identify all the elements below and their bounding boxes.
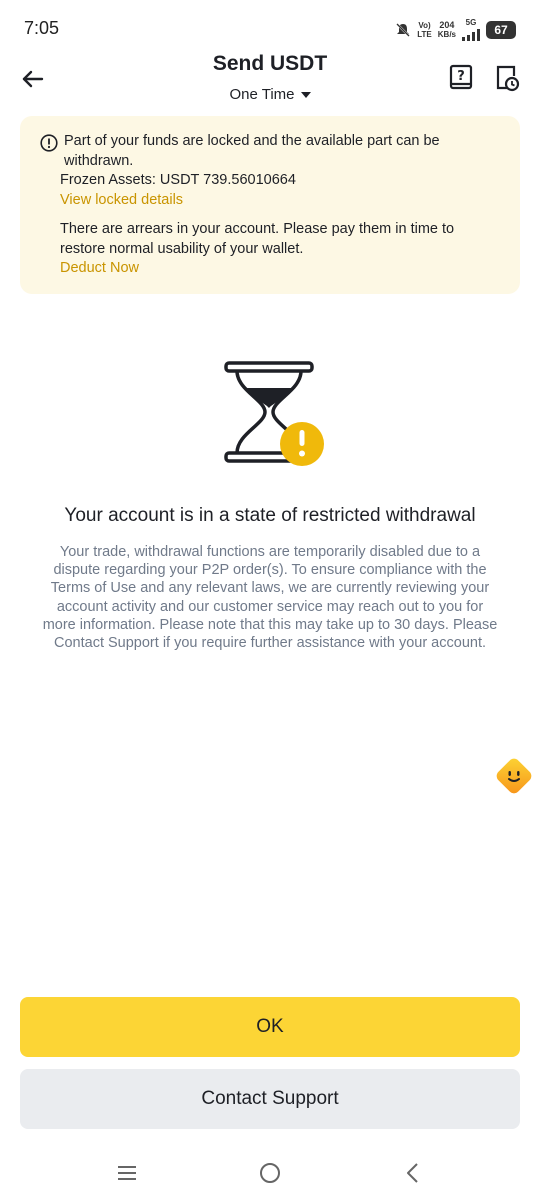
deduct-now-link[interactable]: Deduct Now: [40, 259, 500, 279]
help-book-icon[interactable]: ?: [448, 64, 474, 92]
status-icons: Vo) LTE 204 KB/s 5G 67: [395, 18, 516, 41]
restriction-description: Your trade, withdrawal functions are tem…: [42, 544, 498, 652]
notice-message: Part of your funds are locked and the av…: [64, 133, 440, 169]
info-circle-icon: [40, 134, 58, 152]
restriction-headline: Your account is in a state of restricted…: [64, 505, 476, 526]
signal-bars-icon: [462, 27, 480, 41]
network-speed: 204 KB/s: [437, 19, 456, 39]
view-locked-details-link[interactable]: View locked details: [40, 191, 500, 211]
system-nav-bar: [0, 1150, 540, 1196]
volte-indicator: Vo) LTE: [417, 20, 432, 39]
locked-funds-notice: Part of your funds are locked and the av…: [20, 116, 520, 294]
caret-down-icon: [300, 91, 311, 98]
contact-support-button[interactable]: Contact Support: [20, 1069, 520, 1129]
hourglass-warning-icon: [224, 361, 324, 466]
frequency-label: One Time: [229, 86, 295, 103]
page-header: Send USDT One Time ?: [0, 48, 540, 112]
status-time: 7:05: [24, 18, 60, 38]
home-icon[interactable]: [257, 1160, 283, 1186]
menu-icon[interactable]: [114, 1160, 140, 1186]
battery-indicator: 67: [486, 20, 516, 39]
ok-button[interactable]: OK: [20, 997, 520, 1057]
arrears-message: There are arrears in your account. Pleas…: [60, 221, 455, 257]
mute-icon: [396, 22, 411, 37]
assistant-icon[interactable]: [490, 752, 538, 800]
frozen-assets: Frozen Assets: USDT 739.56010664: [60, 172, 296, 188]
order-history-icon[interactable]: [494, 64, 520, 92]
back-nav-icon[interactable]: [400, 1160, 426, 1186]
signal-indicator: 5G: [462, 18, 480, 41]
svg-text:?: ?: [457, 69, 465, 84]
